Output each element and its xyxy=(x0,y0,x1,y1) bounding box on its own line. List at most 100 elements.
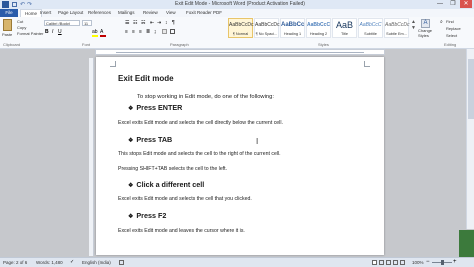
multilevel-list-icon[interactable]: ☵ xyxy=(141,20,145,26)
styles-gallery-scroll-icon[interactable]: ▲ ▼ xyxy=(411,19,416,31)
style-normal[interactable]: AaBbCcDc ¶ Normal xyxy=(228,18,253,38)
style-no-spacing[interactable]: AaBbCcDc ¶ No Spaci... xyxy=(254,18,279,38)
font-color-icon[interactable]: A xyxy=(100,29,106,37)
section-heading: ❖ Press ENTER xyxy=(128,103,182,112)
document-intro: To stop working in Edit mode, do one of … xyxy=(137,94,274,100)
scrollbar-thumb[interactable] xyxy=(468,59,474,119)
font-name-field[interactable]: Calibri (Body) xyxy=(44,20,80,26)
section-title: Click a different cell xyxy=(136,180,205,189)
find-button[interactable]: Find xyxy=(446,19,454,24)
decrease-indent-icon[interactable]: ⇤ xyxy=(150,20,154,26)
section-title: Press F2 xyxy=(136,211,167,220)
section-heading: ❖ Press TAB xyxy=(128,135,172,144)
section-title: Press ENTER xyxy=(136,103,183,112)
style-title[interactable]: AaB Title xyxy=(332,18,357,38)
full-screen-reading-view-icon[interactable] xyxy=(379,260,384,265)
numbering-icon[interactable]: ☷ xyxy=(133,20,137,26)
style-preview: AaBbCc xyxy=(281,22,305,28)
zoom-slider-knob[interactable] xyxy=(440,260,444,265)
italic-icon[interactable]: I xyxy=(52,29,53,35)
tab-foxit-reader-pdf[interactable]: Foxit Reader PDF xyxy=(186,9,222,17)
diamond-bullet-icon: ❖ xyxy=(128,106,134,112)
proofing-icon[interactable]: ✓ xyxy=(70,259,74,265)
web-layout-view-icon[interactable] xyxy=(386,260,391,265)
styles-group-label: Styles xyxy=(318,42,329,47)
paste-button[interactable]: Paste xyxy=(2,32,12,37)
tab-insert[interactable]: Insert xyxy=(40,9,51,17)
shading-icon[interactable] xyxy=(162,29,167,34)
style-name: ¶ Normal xyxy=(232,32,249,36)
cut-button[interactable]: Cut xyxy=(17,19,23,24)
undo-icon[interactable]: ↶ xyxy=(20,1,25,8)
diamond-bullet-icon: ❖ xyxy=(128,214,134,220)
align-right-icon[interactable]: ≡ xyxy=(139,29,142,35)
tab-mailings[interactable]: Mailings xyxy=(118,9,135,17)
paste-icon[interactable] xyxy=(3,19,12,31)
style-preview: AaB xyxy=(335,20,353,30)
window-title: Exit Edit Mode - Microsoft Word (Product… xyxy=(175,1,305,7)
horizontal-ruler[interactable] xyxy=(95,49,385,55)
document-page[interactable]: Exit Edit mode To stop working in Edit m… xyxy=(96,57,384,255)
outline-view-icon[interactable] xyxy=(393,260,398,265)
minimize-button[interactable]: — xyxy=(434,0,446,8)
document-heading: Exit Edit mode xyxy=(118,74,174,83)
font-group-label: Font xyxy=(82,42,91,47)
draft-view-icon[interactable] xyxy=(400,260,405,265)
tab-references[interactable]: References xyxy=(88,9,111,17)
style-subtle-emphasis[interactable]: AaBbCcDc Subtle Em... xyxy=(384,18,409,38)
ribbon: Paste Cut Copy Format Painter Clipboard … xyxy=(0,17,474,49)
restore-button[interactable]: ❐ xyxy=(447,0,459,8)
style-preview: AaBbCcC xyxy=(359,22,382,28)
print-layout-view-icon[interactable] xyxy=(372,260,377,265)
editing-group-label: Editing xyxy=(444,42,457,47)
macro-recording-icon[interactable] xyxy=(119,260,124,265)
video-thumbnail xyxy=(459,230,474,257)
justify-icon[interactable]: ≣ xyxy=(146,29,150,35)
title-bar: ↶ ↷ Exit Edit Mode - Microsoft Word (Pro… xyxy=(0,0,474,9)
section-line: Excel exits Edit mode and leaves the cur… xyxy=(118,228,245,234)
style-heading-2[interactable]: AaBbCcC Heading 2 xyxy=(306,18,331,38)
clipboard-group-label: Clipboard xyxy=(3,42,21,47)
format-painter-button[interactable]: Format Painter xyxy=(17,31,43,36)
section-heading: ❖ Press F2 xyxy=(128,211,166,220)
increase-indent-icon[interactable]: ⇥ xyxy=(157,20,161,26)
style-preview: AaBbCcDc xyxy=(229,22,254,28)
bold-icon[interactable]: B xyxy=(45,29,49,35)
tab-view[interactable]: View xyxy=(166,9,176,17)
copy-button[interactable]: Copy xyxy=(17,25,26,30)
align-left-icon[interactable]: ≡ xyxy=(125,29,128,35)
change-styles-icon[interactable]: A xyxy=(421,19,430,28)
tab-review[interactable]: Review xyxy=(143,9,158,17)
font-size-field[interactable]: 11 xyxy=(82,20,92,26)
redo-icon[interactable]: ↷ xyxy=(27,1,32,8)
close-button[interactable]: ✕ xyxy=(460,0,472,8)
vertical-ruler[interactable] xyxy=(89,58,94,256)
style-heading-1[interactable]: AaBbCc Heading 1 xyxy=(280,18,305,38)
diamond-bullet-icon: ❖ xyxy=(128,183,134,189)
borders-icon[interactable] xyxy=(170,29,175,34)
sort-icon[interactable]: ↕ xyxy=(165,20,168,26)
style-name: Subtle Em... xyxy=(386,32,407,36)
section-line: Excel exits Edit mode and selects the ce… xyxy=(118,120,283,126)
style-name: Subtitle xyxy=(364,32,377,36)
align-center-icon[interactable]: ≡ xyxy=(132,29,135,35)
line-spacing-icon[interactable]: ↨ xyxy=(154,29,157,35)
show-formatting-icon[interactable]: ¶ xyxy=(172,20,175,26)
style-name: Heading 1 xyxy=(283,32,302,36)
highlight-icon[interactable]: ab xyxy=(92,29,98,37)
style-name: Title xyxy=(340,32,349,36)
select-button[interactable]: Select xyxy=(446,33,457,38)
style-preview: AaBbCcDc xyxy=(385,22,410,28)
change-styles-button[interactable]: Change Styles xyxy=(418,28,434,38)
find-icon[interactable]: ⌕ xyxy=(440,19,443,25)
save-icon[interactable] xyxy=(12,2,17,7)
bullets-icon[interactable]: ☰ xyxy=(125,20,129,26)
tab-file[interactable]: File xyxy=(0,9,18,17)
style-preview: AaBbCcC xyxy=(307,22,331,28)
diamond-bullet-icon: ❖ xyxy=(128,138,134,144)
style-subtitle[interactable]: AaBbCcC Subtitle xyxy=(358,18,383,38)
underline-icon[interactable]: U xyxy=(58,29,62,35)
replace-button[interactable]: Replace xyxy=(446,26,461,31)
vertical-scrollbar[interactable] xyxy=(466,49,474,229)
tab-page-layout[interactable]: Page Layout xyxy=(58,9,83,17)
